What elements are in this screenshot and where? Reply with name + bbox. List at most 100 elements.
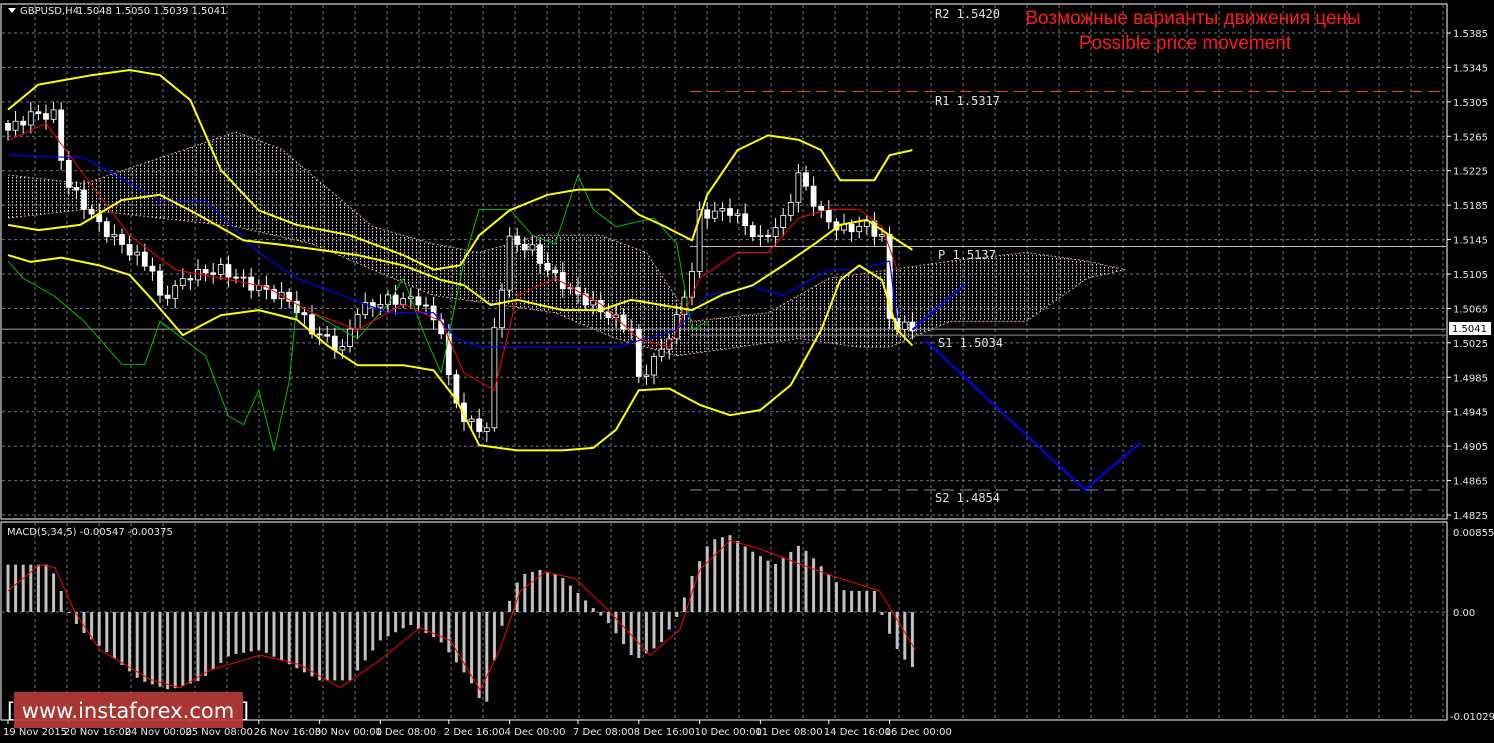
macd-histogram-bar — [333, 612, 337, 681]
candle-bull — [643, 374, 650, 377]
candle-bear — [392, 294, 399, 305]
macd-histogram-bar — [82, 612, 86, 634]
candle-bull — [111, 234, 118, 238]
candle-bear — [514, 235, 521, 245]
candle-bear — [5, 122, 11, 131]
macd-histogram-bar — [173, 612, 177, 689]
main-plot — [2, 69, 1446, 491]
macd-histogram-bar — [105, 612, 109, 652]
candle-bear — [88, 208, 95, 215]
candle-bull — [711, 210, 718, 219]
candle-bear — [445, 333, 452, 376]
macd-histogram-bar — [576, 592, 580, 612]
macd-histogram-bar — [804, 550, 808, 612]
candle-bull — [339, 346, 346, 351]
macd-histogram-bar — [310, 612, 314, 677]
macd-tick-max: 0.00855 — [1453, 528, 1494, 539]
macd-histogram-bar — [302, 612, 306, 673]
macd-histogram-bar — [743, 546, 747, 612]
macd-histogram-bar — [371, 612, 375, 651]
macd-histogram-bar — [774, 564, 778, 612]
macd-histogram-bar — [135, 612, 139, 678]
macd-histogram-bar — [36, 564, 40, 612]
macd-histogram-bar — [758, 556, 762, 612]
candle-bull — [780, 214, 787, 228]
macd-histogram-bar — [409, 612, 413, 626]
macd-histogram-bar — [356, 612, 360, 671]
level-label-pivot: P 1.5137 — [938, 248, 996, 262]
x-tick-label: 16 Dec 00:00 — [885, 727, 952, 738]
price-chart[interactable]: 1.5385 1.5345 1.5305 1.5265 1.5225 1.5185 1.51… — [0, 0, 1494, 743]
candle-bull — [734, 213, 741, 216]
candle-bear — [810, 185, 817, 207]
candle-bear — [187, 278, 194, 281]
macd-histogram-bar — [827, 574, 831, 612]
annotation-ru: Возможные варианты движения цены — [1025, 8, 1360, 29]
macd-histogram-bar — [52, 573, 56, 612]
macd-histogram-bar — [272, 612, 276, 657]
macd-histogram-bar — [257, 612, 261, 651]
x-tick-label: 14 Dec 16:00 — [824, 727, 891, 738]
watermark[interactable]: [ www.instaforex.com ] — [7, 692, 249, 728]
candle-bear — [301, 312, 308, 316]
y-tick-label: 1.5305 — [1453, 98, 1488, 109]
candle-bear — [103, 221, 110, 238]
macd-histogram-bar — [903, 612, 907, 660]
macd-histogram-bar — [568, 585, 572, 612]
macd-histogram-bar — [850, 590, 854, 612]
macd-histogram-bar — [363, 612, 367, 661]
macd-histogram-bar — [812, 558, 816, 612]
x-tick-label: 26 Nov 16:00 — [254, 727, 321, 738]
macd-histogram-bar — [166, 612, 170, 690]
macd-histogram-bar — [21, 564, 25, 612]
candle-bull — [651, 355, 657, 376]
macd-histogram-bar — [348, 612, 352, 681]
y-tick-label: 1.5345 — [1453, 63, 1488, 74]
macd-tick-min: -0.01029 — [1450, 712, 1494, 723]
macd-histogram-bar — [378, 612, 382, 641]
current-price-value: 1.5041 — [1452, 324, 1487, 335]
candle-bull — [255, 285, 262, 291]
x-tick-label: 2 Dec 16:00 — [444, 727, 505, 738]
macd-histogram-bar — [865, 590, 869, 612]
macd-histogram-bar — [204, 612, 208, 676]
candle-bull — [354, 314, 361, 330]
macd-histogram-bar — [880, 612, 884, 616]
macd-histogram-bar — [470, 612, 474, 684]
candle-bear — [848, 223, 855, 233]
candle-bull — [757, 234, 764, 237]
level-label-s1: S1 1.5034 — [938, 336, 1003, 350]
x-tick-label: 24 Nov 00:00 — [125, 727, 192, 738]
symbol-dropdown-icon[interactable] — [8, 8, 16, 13]
candle-bear — [202, 268, 209, 274]
macd-histogram-bar — [644, 612, 648, 654]
macd-histogram-bar — [523, 573, 527, 612]
x-tick-label: 8 Dec 16:00 — [634, 727, 695, 738]
macd-histogram-bar — [766, 560, 770, 612]
macd-histogram-bar — [219, 612, 223, 663]
macd-histogram-bar — [394, 612, 398, 633]
macd-histogram-bar — [705, 546, 709, 612]
macd-histogram-bar — [796, 545, 800, 612]
macd-histogram-bar — [682, 597, 686, 612]
macd-histogram-bar — [416, 612, 420, 630]
macd-histogram-bar — [910, 612, 914, 667]
candle-bull — [134, 251, 141, 256]
ichimoku-cloud — [8, 131, 1126, 356]
candle-bull — [12, 120, 19, 131]
macd-histogram-bar — [736, 540, 740, 612]
y-tick-label: 1.5385 — [1453, 29, 1488, 40]
macd-histogram-bar — [242, 612, 246, 653]
grid — [2, 5, 1446, 719]
macd-histogram-bar — [530, 571, 534, 612]
candle-bear — [765, 234, 771, 238]
macd-histogram-bar — [888, 612, 892, 634]
candle-bear — [141, 251, 148, 267]
chart-title: GBPUSD,H4 — [20, 6, 79, 17]
candle-bull — [879, 233, 885, 237]
candle-bull — [658, 348, 665, 357]
watermark-text[interactable]: [ www.instaforex.com ] — [7, 699, 249, 723]
macd-histogram-bar — [637, 612, 641, 659]
x-tick-label: 11 Dec 08:00 — [755, 727, 822, 738]
candle-bear — [749, 225, 756, 237]
